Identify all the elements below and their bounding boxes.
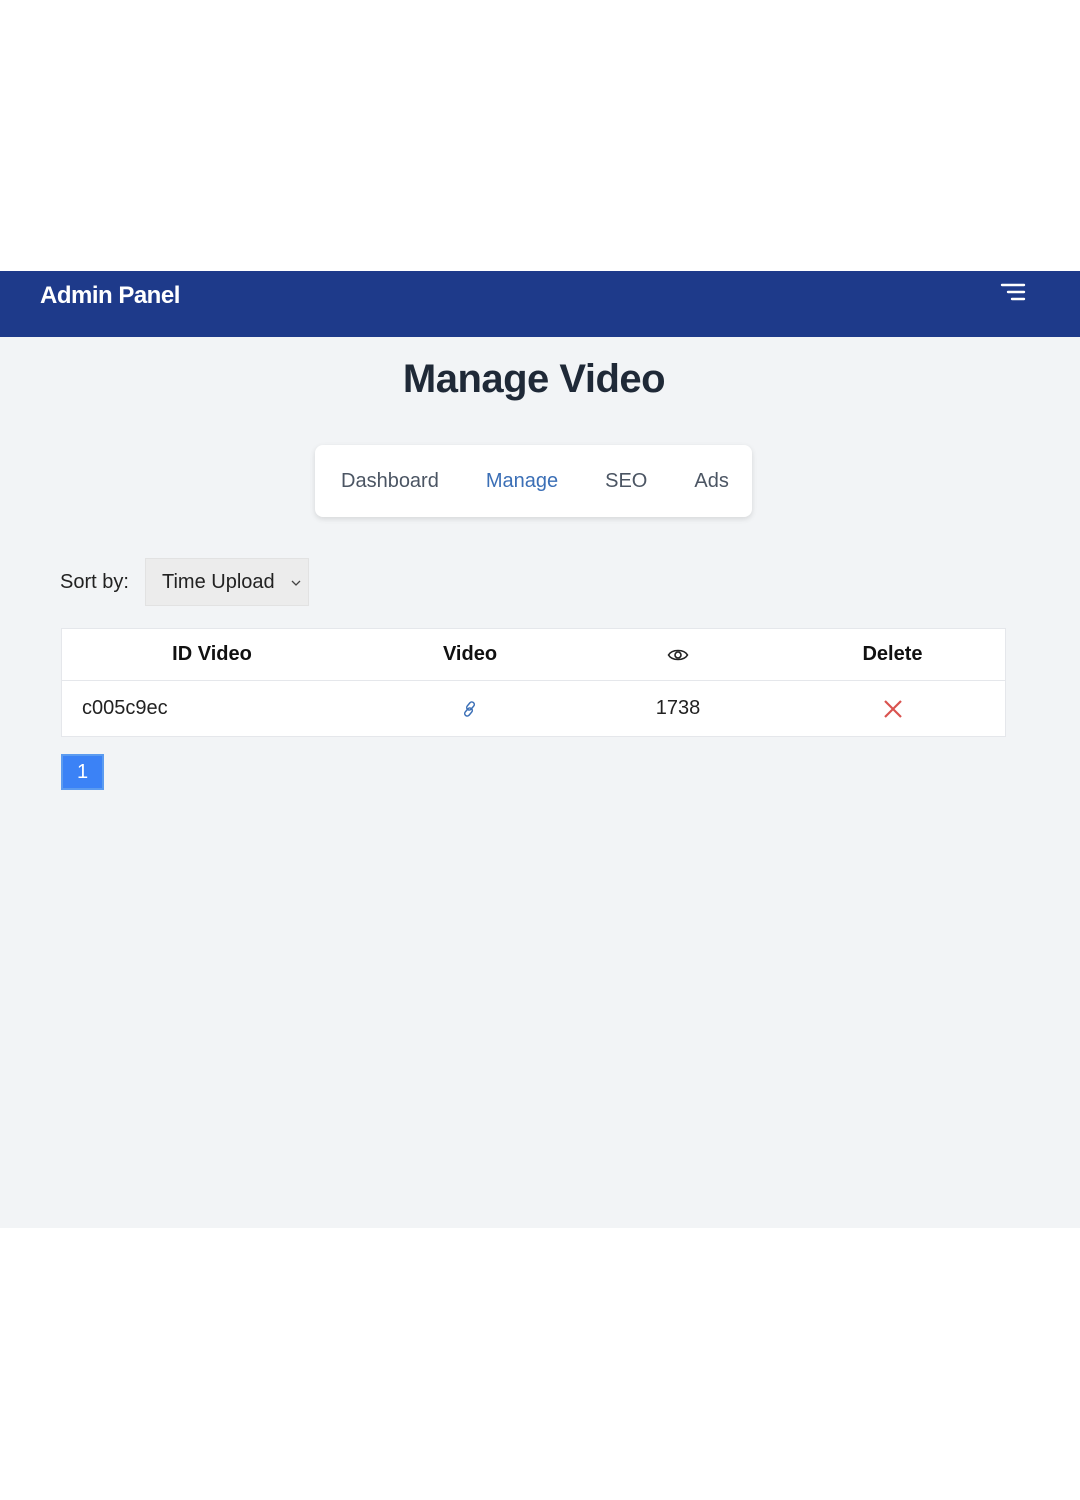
top-navbar: Admin Panel xyxy=(0,271,1080,337)
video-table: ID Video Video Delete c005c9ec 1738 xyxy=(61,628,1006,737)
sort-label: Sort by: xyxy=(60,570,129,593)
page-title: Manage Video xyxy=(402,357,666,401)
tab-seo[interactable]: SEO xyxy=(605,470,647,493)
sort-selected-value: Time Upload xyxy=(162,570,275,593)
brand-title[interactable]: Admin Panel xyxy=(40,282,180,310)
tab-manage[interactable]: Manage xyxy=(486,470,558,493)
chevron-down-icon xyxy=(291,580,301,586)
column-header-views xyxy=(578,647,778,663)
table-header-row: ID Video Video Delete xyxy=(62,629,1005,681)
video-link[interactable] xyxy=(362,700,578,718)
pagination-page-1[interactable]: 1 xyxy=(61,754,104,790)
video-id: c005c9ec xyxy=(82,697,168,719)
main-content: Manage Video Dashboard Manage SEO Ads So… xyxy=(0,337,1080,1228)
tab-ads[interactable]: Ads xyxy=(694,470,728,493)
menu-icon[interactable] xyxy=(1000,281,1026,305)
delete-button[interactable] xyxy=(778,699,1007,719)
column-header-delete: Delete xyxy=(862,643,923,665)
table-row: c005c9ec 1738 xyxy=(62,681,1005,736)
column-header-video: Video xyxy=(442,643,498,665)
view-count: 1738 xyxy=(655,697,701,719)
sort-control: Sort by: Time Upload xyxy=(60,558,309,606)
link-icon[interactable] xyxy=(461,700,479,718)
close-icon[interactable] xyxy=(883,699,903,719)
column-header-id: ID Video xyxy=(172,643,252,665)
sort-select[interactable]: Time Upload xyxy=(145,558,309,606)
tab-dashboard[interactable]: Dashboard xyxy=(341,470,439,493)
eye-icon xyxy=(667,649,689,660)
tab-bar: Dashboard Manage SEO Ads xyxy=(315,445,752,517)
